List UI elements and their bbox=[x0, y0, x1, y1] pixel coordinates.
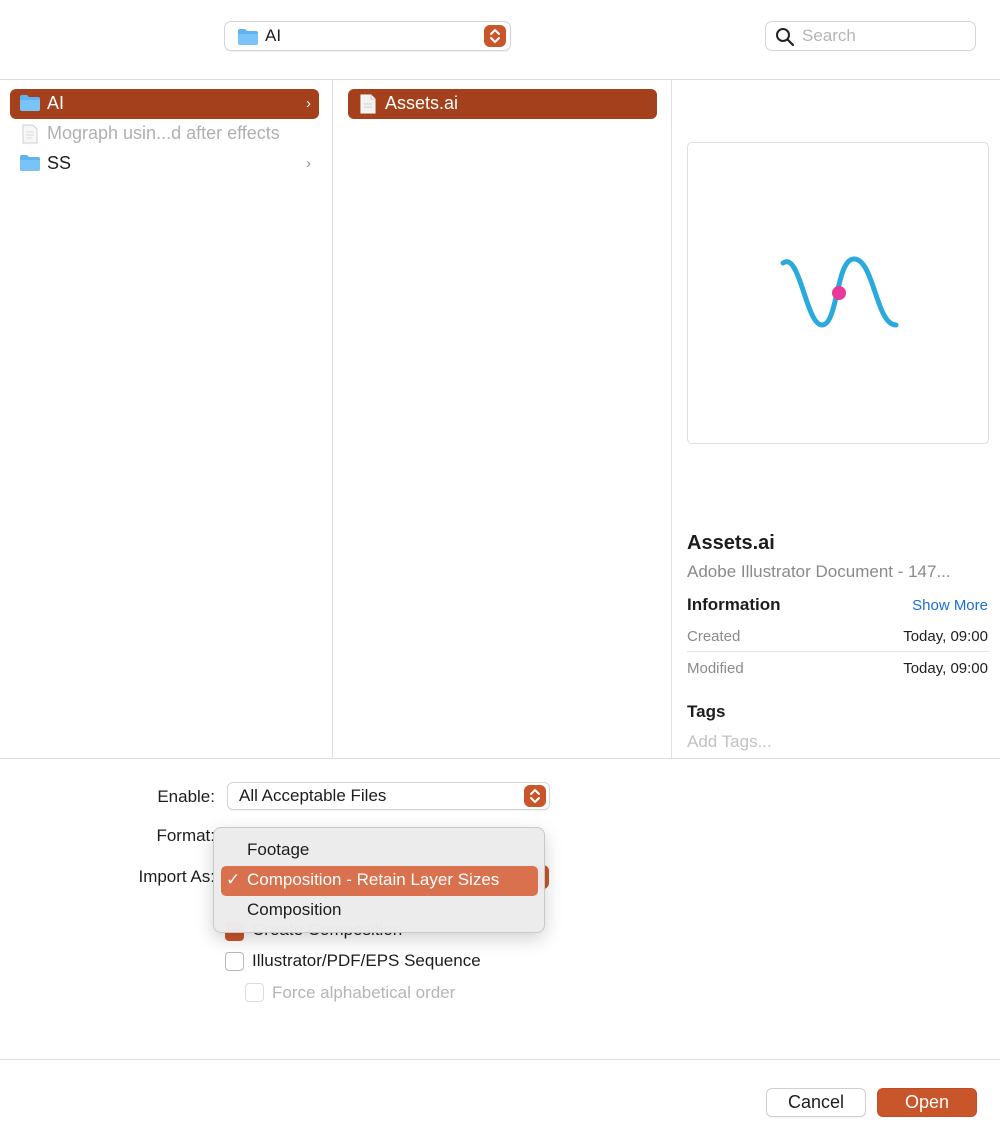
preview-file-kind: Adobe Illustrator Document - 147... bbox=[687, 562, 951, 581]
document-icon bbox=[357, 94, 379, 119]
divider bbox=[0, 1059, 1000, 1060]
menu-item-composition[interactable]: Composition bbox=[221, 896, 538, 926]
tags-heading: Tags bbox=[687, 702, 726, 721]
file-item-label: Assets.ai bbox=[385, 93, 459, 113]
location-popup[interactable]: AI bbox=[224, 21, 511, 51]
menu-item-composition-retain[interactable]: ✓ Composition - Retain Layer Sizes bbox=[221, 866, 538, 896]
wave-artwork-icon bbox=[780, 256, 899, 328]
chevron-right-icon: › bbox=[306, 155, 311, 172]
format-label: Format: bbox=[156, 826, 215, 845]
sequence-checkbox[interactable] bbox=[225, 952, 244, 971]
force-alphabetical-checkbox bbox=[245, 983, 264, 1002]
search-input[interactable] bbox=[802, 25, 967, 47]
location-stepper-icon bbox=[484, 25, 506, 47]
menu-item-footage[interactable]: Footage bbox=[221, 836, 538, 866]
folder-icon bbox=[19, 154, 41, 177]
created-value: Today, 09:00 bbox=[903, 628, 988, 645]
divider bbox=[687, 651, 989, 652]
preview-file-name: Assets.ai bbox=[687, 532, 775, 554]
document-icon bbox=[19, 124, 41, 149]
sequence-label: Illustrator/PDF/EPS Sequence bbox=[252, 951, 481, 970]
preview-pane: Assets.ai Adobe Illustrator Document - 1… bbox=[672, 80, 1000, 759]
sidebar-item-label: AI bbox=[47, 93, 65, 113]
modified-label: Modified bbox=[687, 660, 744, 677]
sidebar-item-label: SS bbox=[47, 153, 72, 173]
chevron-right-icon: › bbox=[306, 95, 311, 112]
import-as-menu: Footage ✓ Composition - Retain Layer Siz… bbox=[213, 827, 545, 933]
enable-stepper-icon bbox=[524, 785, 546, 807]
search-field[interactable] bbox=[765, 21, 976, 51]
folder-icon bbox=[237, 28, 259, 51]
checkmark-icon: ✓ bbox=[226, 870, 241, 889]
sidebar-item-label: Mograph usin...d after effects bbox=[47, 123, 280, 143]
menu-item-label: Composition - Retain Layer Sizes bbox=[247, 870, 500, 889]
sidebar-item-mograph[interactable]: Mograph usin...d after effects bbox=[10, 119, 319, 149]
cancel-button[interactable]: Cancel bbox=[766, 1088, 866, 1117]
menu-item-label: Composition bbox=[247, 900, 342, 919]
show-more-link[interactable]: Show More bbox=[912, 597, 988, 614]
force-alphabetical-label: Force alphabetical order bbox=[272, 983, 456, 1002]
search-icon bbox=[775, 27, 795, 52]
enable-label: Enable: bbox=[157, 787, 215, 806]
folder-icon bbox=[19, 94, 41, 117]
information-heading: Information bbox=[687, 595, 781, 614]
add-tags-input[interactable] bbox=[687, 732, 887, 752]
modified-value: Today, 09:00 bbox=[903, 660, 988, 677]
column-files: Assets.ai bbox=[333, 80, 672, 759]
enable-popup[interactable]: All Acceptable Files bbox=[227, 782, 550, 810]
file-browser: AI › Mograph usin...d after effects SS ›… bbox=[0, 80, 1000, 759]
column-folders: AI › Mograph usin...d after effects SS › bbox=[0, 80, 333, 759]
preview-thumbnail bbox=[687, 142, 989, 444]
toolbar: AI bbox=[0, 0, 1000, 80]
import-as-label: Import As: bbox=[138, 867, 215, 886]
menu-item-label: Footage bbox=[247, 840, 310, 859]
created-label: Created bbox=[687, 628, 741, 645]
sidebar-item-ai[interactable]: AI › bbox=[10, 89, 319, 119]
file-item-assets[interactable]: Assets.ai bbox=[348, 89, 657, 119]
sidebar-item-ss[interactable]: SS › bbox=[10, 149, 319, 179]
open-button[interactable]: Open bbox=[877, 1088, 977, 1117]
enable-value: All Acceptable Files bbox=[239, 786, 387, 805]
location-label: AI bbox=[265, 26, 282, 45]
